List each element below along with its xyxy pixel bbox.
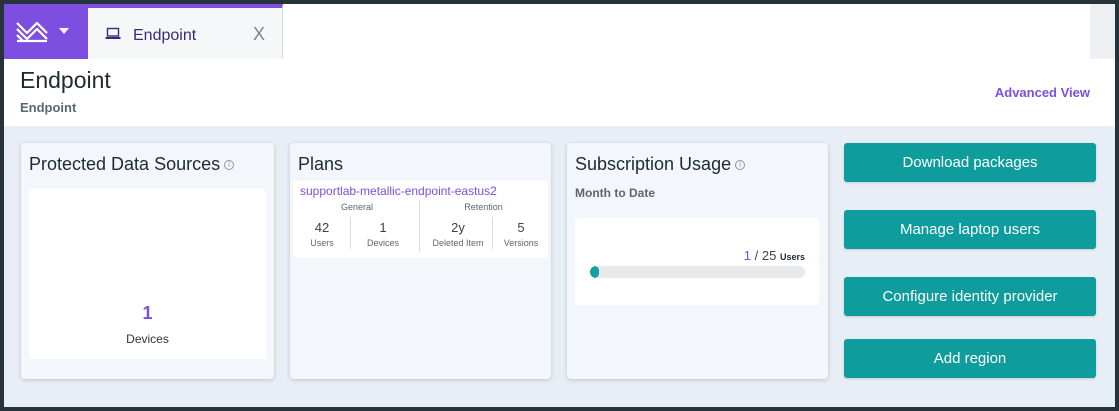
plan-devices-value: 1 <box>379 220 387 235</box>
app-menu-button[interactable] <box>4 4 88 59</box>
manage-laptop-users-button[interactable]: Manage laptop users <box>844 210 1096 249</box>
divider <box>350 217 351 249</box>
plan-name-link[interactable]: supportlab-metallic-endpoint-eastus2 <box>300 184 497 198</box>
usage-progress-fill <box>590 266 599 278</box>
page-title: Endpoint <box>20 67 111 93</box>
devices-count[interactable]: 1 <box>29 303 266 324</box>
general-group-label: General <box>340 202 374 212</box>
protected-data-sources-title-row: Protected Data Sources i <box>29 154 235 175</box>
caret-down-icon <box>59 28 69 34</box>
page-header: Endpoint Endpoint Advanced View <box>4 59 1115 126</box>
usage-text: 1 / 25 Users <box>744 248 805 263</box>
metallic-logo-icon <box>16 21 48 43</box>
protected-data-sources-title: Protected Data Sources <box>29 154 221 174</box>
divider <box>419 200 420 252</box>
subscription-usage-title: Subscription Usage <box>575 154 732 174</box>
info-icon[interactable]: i <box>735 160 746 171</box>
users-used: 1 <box>743 248 751 263</box>
subscription-usage-title-row: Subscription Usage i <box>575 154 746 175</box>
devices-summary[interactable]: 1 Devices <box>29 189 266 359</box>
laptop-icon <box>105 27 121 39</box>
plan-summary: supportlab-metallic-endpoint-eastus2 Gen… <box>293 181 548 258</box>
plans-card: Plans supportlab-metallic-endpoint-eastu… <box>290 143 551 379</box>
plan-users-label: Users <box>310 238 334 248</box>
app-window: Endpoint X Endpoint Endpoint Advanced Vi… <box>4 4 1115 407</box>
add-region-button[interactable]: Add region <box>844 339 1096 378</box>
advanced-view-link[interactable]: Advanced View <box>995 85 1090 100</box>
usage-progress-bar <box>590 266 805 278</box>
usage-separator: / <box>754 248 759 263</box>
info-icon[interactable]: i <box>224 160 235 171</box>
usage-unit: Users <box>779 252 805 262</box>
close-icon[interactable]: X <box>253 24 265 45</box>
retention-group-label: Retention <box>464 202 503 212</box>
period-caption: Month to Date <box>575 186 655 200</box>
plan-devices-label: Devices <box>366 238 399 248</box>
top-bar: Endpoint X <box>4 4 1090 59</box>
breadcrumb: Endpoint <box>20 100 77 115</box>
plan-users-value: 42 <box>314 220 330 235</box>
users-total: 25 <box>761 248 777 263</box>
devices-label: Devices <box>126 332 169 346</box>
configure-identity-provider-button[interactable]: Configure identity provider <box>844 277 1096 316</box>
top-bar-filler <box>1090 4 1115 59</box>
plan-versions-label: Versions <box>503 238 539 248</box>
plan-deleted-item-label: Deleted Item <box>432 238 484 248</box>
tab-label: Endpoint <box>133 27 197 44</box>
plan-deleted-item-value: 2y <box>451 220 465 235</box>
protected-data-sources-card: Protected Data Sources i 1 Devices <box>21 143 274 379</box>
tab-endpoint[interactable]: Endpoint X <box>88 4 283 59</box>
plan-versions-value: 5 <box>517 220 525 235</box>
plans-title: Plans <box>298 154 344 174</box>
subscription-usage-card: Subscription Usage i Month to Date 1 / 25… <box>567 143 828 379</box>
download-packages-button[interactable]: Download packages <box>844 143 1096 182</box>
usage-panel: 1 / 25 Users <box>575 218 819 305</box>
